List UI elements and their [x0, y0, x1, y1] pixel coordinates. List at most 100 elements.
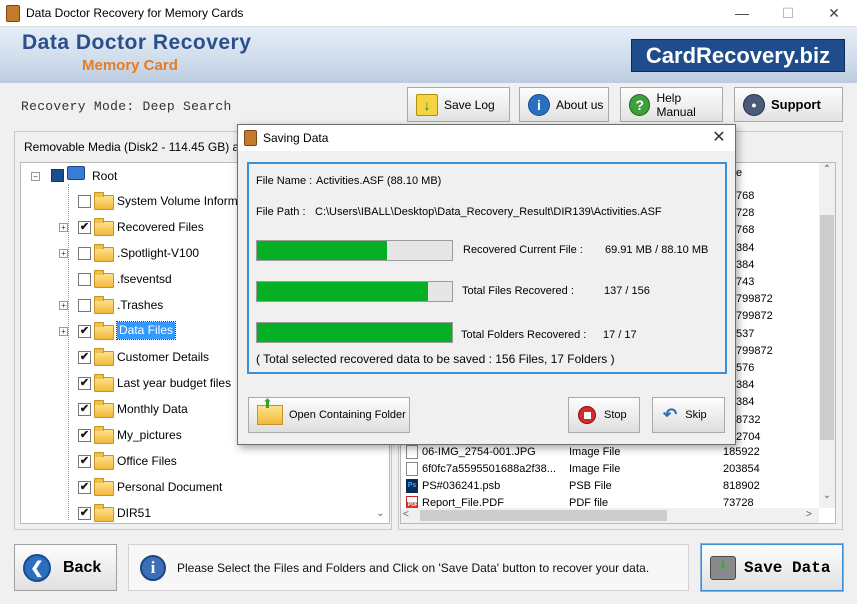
info-icon: i: [528, 93, 550, 116]
open-containing-folder-button[interactable]: ⬆ Open Containing Folder: [248, 396, 410, 433]
size-cell: 728: [736, 207, 755, 219]
folder-icon: [94, 192, 114, 210]
computer-icon: [67, 166, 85, 180]
tree-item-checkbox[interactable]: ✔: [78, 507, 91, 520]
scroll-up-icon[interactable]: ⌃: [820, 164, 834, 178]
hscroll-thumb[interactable]: [420, 510, 667, 521]
files-progress-label: Total Files Recovered :: [462, 285, 574, 297]
expand-toggle[interactable]: +: [59, 301, 68, 310]
app-icon: [6, 5, 20, 22]
tree-item-label: Recovered Files: [117, 220, 204, 234]
save-log-button[interactable]: ↓ Save Log: [407, 87, 510, 122]
skip-arrow-icon: ↶: [663, 405, 678, 424]
tree-item-checkbox[interactable]: ✔: [78, 481, 91, 494]
about-us-button[interactable]: i About us: [519, 87, 609, 122]
image-file-icon: [406, 445, 418, 459]
tree-item-checkbox[interactable]: ✔: [78, 403, 91, 416]
recovery-mode-label: Recovery Mode: Deep Search: [21, 99, 232, 114]
close-button[interactable]: ✕: [811, 0, 857, 27]
back-button[interactable]: ❮ Back: [14, 544, 117, 591]
vscroll-thumb[interactable]: [820, 215, 834, 440]
folder-icon: [94, 452, 114, 470]
file-name-cell: 6f0fc7a5595501688a2f38...: [422, 463, 556, 475]
list-item[interactable]: Ps PS#036241.psb PSB File 818902: [404, 478, 824, 495]
size-cell: 799872: [736, 345, 773, 357]
back-arrow-icon: ❮: [23, 553, 51, 582]
folder-icon: [94, 348, 114, 366]
tree-item-label: Customer Details: [117, 350, 210, 364]
tree-scroll-down-icon[interactable]: ⌄: [373, 508, 388, 523]
file-size-cell: 185922: [723, 446, 760, 458]
folder-icon: [94, 244, 114, 262]
open-folder-icon: ⬆: [257, 396, 283, 425]
window-title: Data Doctor Recovery for Memory Cards: [26, 6, 244, 20]
tree-item-label: DIR51: [117, 506, 152, 520]
tree-item-checkbox[interactable]: ✔: [78, 455, 91, 468]
tree-item-checkbox[interactable]: ✔: [78, 221, 91, 234]
brand-title: Data Doctor Recovery: [22, 31, 252, 54]
current-file-progress-value: 69.91 MB / 88.10 MB: [605, 244, 709, 256]
save-data-button[interactable]: ⬇ Save Data: [700, 543, 844, 592]
image-file-icon: [406, 462, 418, 476]
file-path-label: File Path :: [256, 206, 306, 218]
folder-icon: [94, 374, 114, 392]
tree-item-label: .Trashes: [117, 298, 164, 312]
tree-item-label: My_pictures: [117, 428, 182, 442]
stop-icon: [578, 406, 596, 424]
support-person-icon: •: [743, 93, 765, 116]
save-log-icon: ↓: [416, 93, 438, 116]
help-manual-button[interactable]: ? Help Manual: [620, 87, 723, 122]
size-cell: 384: [736, 242, 755, 254]
expand-toggle[interactable]: +: [59, 223, 68, 232]
tree-item-checkbox[interactable]: [78, 299, 91, 312]
tree-item-label: Monthly Data: [117, 402, 188, 416]
tree-item-checkbox[interactable]: ✔: [78, 351, 91, 364]
tree-item-label: System Volume Informat: [117, 194, 248, 208]
size-cell: 384: [736, 259, 755, 271]
back-label: Back: [63, 558, 102, 576]
expand-toggle[interactable]: +: [59, 327, 68, 336]
list-item[interactable]: 06-IMG_2754-001.JPG Image File 185922: [404, 444, 824, 461]
tree-item-checkbox[interactable]: [78, 273, 91, 286]
tree-item-checkbox[interactable]: [78, 247, 91, 260]
tree-item-label: Last year budget files: [117, 376, 232, 390]
column-header-fragment: e: [736, 167, 743, 179]
dialog-app-icon: [244, 130, 257, 146]
dialog-close-button[interactable]: ✕: [706, 127, 732, 149]
tree-item-checkbox[interactable]: ✔: [78, 429, 91, 442]
files-progress-bar: [256, 281, 453, 302]
minimize-button[interactable]: —: [719, 0, 765, 27]
folder-icon: [94, 270, 114, 288]
maximize-button[interactable]: ☐: [765, 0, 811, 27]
root-collapse-toggle[interactable]: −: [31, 172, 40, 181]
tree-item[interactable]: ✔ Office Files: [0, 449, 370, 475]
tree-item[interactable]: ✔ DIR51: [0, 501, 370, 527]
list-item[interactable]: 6f0fc7a5595501688a2f38... Image File 20385…: [404, 461, 824, 478]
expand-toggle[interactable]: +: [59, 249, 68, 258]
support-button[interactable]: • Support: [734, 87, 843, 122]
current-file-progress-label: Recovered Current File :: [463, 244, 583, 256]
tree-item-label: .Spotlight-V100: [117, 246, 200, 260]
scroll-left-icon[interactable]: <: [403, 509, 409, 520]
tree-item-checkbox[interactable]: [78, 195, 91, 208]
size-cell: 384: [736, 396, 755, 408]
tree-item-checkbox[interactable]: ✔: [78, 325, 91, 338]
tree-item-label: .fseventsd: [117, 272, 172, 286]
tree-item-checkbox[interactable]: ✔: [78, 377, 91, 390]
scroll-right-icon[interactable]: >: [806, 509, 812, 520]
scroll-down-icon[interactable]: ⌄: [820, 490, 834, 504]
skip-label: Skip: [685, 409, 707, 421]
size-cell: 537: [736, 328, 755, 340]
stop-button[interactable]: Stop: [568, 397, 640, 433]
tree-item-label: Office Files: [117, 454, 177, 468]
root-checkbox[interactable]: [51, 169, 64, 182]
folders-progress-value: 17 / 17: [603, 329, 637, 341]
info-icon: i: [140, 555, 166, 581]
folder-icon: [94, 218, 114, 236]
open-folder-label: Open Containing Folder: [289, 409, 406, 421]
file-type-cell: Image File: [569, 463, 621, 475]
skip-button[interactable]: ↶ Skip: [652, 397, 725, 433]
help-manual-label: Help Manual: [656, 90, 696, 119]
tree-item[interactable]: ✔ Personal Document: [0, 475, 370, 501]
folder-icon: [94, 478, 114, 496]
